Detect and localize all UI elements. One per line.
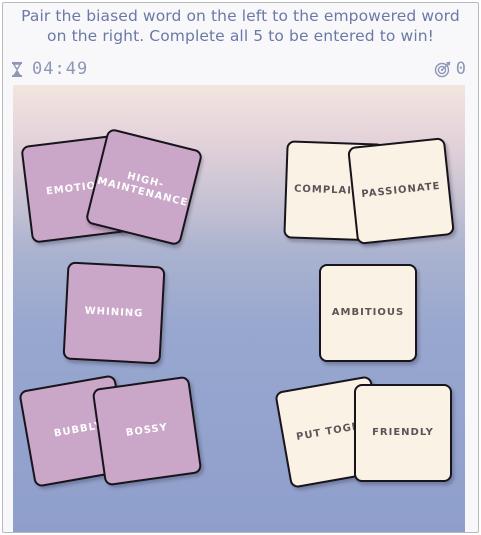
hourglass-icon [11, 61, 23, 78]
score-value: 0 [455, 59, 467, 79]
card-friendly-label: FRIENDLY [372, 427, 434, 438]
card-friendly[interactable]: FRIENDLY [354, 384, 452, 482]
game-board: EMOTIONAL HIGH- MAINTENANCE WHINING BUBB… [13, 85, 465, 532]
card-passionate-label: PASSIONATE [360, 180, 441, 201]
timer: 04:49 [11, 58, 88, 80]
card-bossy[interactable]: BOSSY [91, 375, 203, 487]
card-whining[interactable]: WHINING [62, 261, 166, 365]
timer-value: 04:49 [32, 59, 89, 79]
card-high-maintenance-label: HIGH- MAINTENANCE [96, 164, 192, 210]
game-window: Pair the biased word on the left to the … [2, 2, 479, 533]
card-passionate[interactable]: PASSIONATE [347, 137, 455, 245]
card-ambitious[interactable]: AMBITIOUS [319, 264, 417, 362]
instructions-text: Pair the biased word on the left to the … [21, 7, 460, 45]
target-icon [434, 61, 451, 78]
card-bossy-label: BOSSY [125, 422, 169, 439]
card-ambitious-label: AMBITIOUS [331, 307, 405, 318]
card-whining-label: WHINING [84, 305, 144, 320]
score: 0 [434, 58, 467, 80]
